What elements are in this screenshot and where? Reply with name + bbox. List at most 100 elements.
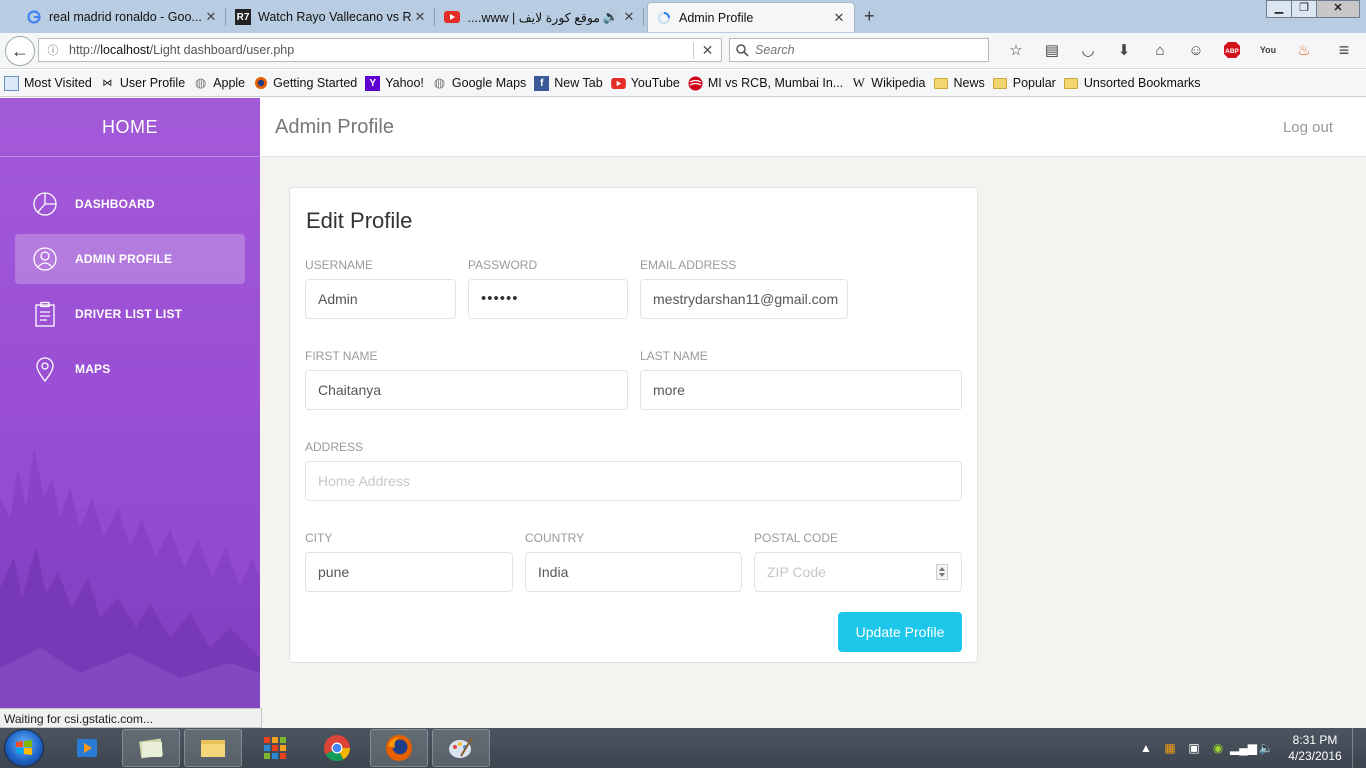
sidebar: HOME DASHBOARD ADMIN PROFILE DRIVER LIST… xyxy=(0,98,260,728)
system-tray: ▲ ▦ ▣ ◉ ▂▄▆ 🔈 8:31 PM 4/23/2016 xyxy=(1134,728,1366,768)
chrome-icon[interactable] xyxy=(308,729,366,767)
bookmark-youtube[interactable]: YouTube xyxy=(610,76,680,91)
paint-icon[interactable] xyxy=(432,729,490,767)
fire-icon[interactable]: ♨ xyxy=(1286,39,1322,61)
postal-code-group: POSTAL CODE xyxy=(754,531,962,592)
info-icon[interactable]: ⓘ xyxy=(43,42,63,58)
tray-app-icon[interactable]: ▦ xyxy=(1158,741,1182,755)
country-field[interactable]: India xyxy=(525,552,742,592)
close-tab-icon[interactable]: ✕ xyxy=(204,9,218,25)
bookmark-folder-unsorted[interactable]: Unsorted Bookmarks xyxy=(1064,76,1201,91)
back-arrow-icon[interactable]: ← xyxy=(5,36,35,66)
page-content: HOME DASHBOARD ADMIN PROFILE DRIVER LIST… xyxy=(0,98,1366,728)
page-title[interactable]: Admin Profile xyxy=(275,116,394,139)
adblock-icon[interactable]: ABP xyxy=(1214,39,1250,61)
sidebar-item-admin-profile[interactable]: ADMIN PROFILE xyxy=(15,234,245,284)
firefox-icon[interactable] xyxy=(370,729,428,767)
file-explorer-icon[interactable] xyxy=(184,729,242,767)
url-bar[interactable]: ⓘ http://localhost/Light dashboard/user.… xyxy=(38,38,722,62)
home-icon[interactable]: ⌂ xyxy=(1142,39,1178,61)
update-profile-button[interactable]: Update Profile xyxy=(838,612,962,652)
address-input[interactable] xyxy=(305,461,962,501)
browser-tab-active[interactable]: Admin Profile ✕ xyxy=(647,2,855,32)
new-tab-icon[interactable]: + xyxy=(864,6,875,27)
tray-device-icon[interactable]: ▣ xyxy=(1182,741,1206,755)
bookmark-folder-news[interactable]: News xyxy=(933,76,985,91)
bookmark-wikipedia[interactable]: W Wikipedia xyxy=(851,75,926,91)
first-name-field[interactable]: Chaitanya xyxy=(305,370,628,410)
bookmark-new-tab[interactable]: f New Tab xyxy=(534,75,603,91)
email-field[interactable]: mestrydarshan11@gmail.com xyxy=(640,279,848,319)
password-group: PASSWORD •••••• xyxy=(468,258,628,319)
browser-tab[interactable]: R7 Watch Rayo Vallecano vs R... ✕ xyxy=(227,2,435,32)
globe-icon: ◍ xyxy=(433,75,446,90)
search-box[interactable] xyxy=(729,38,989,62)
close-tab-icon[interactable]: ✕ xyxy=(622,9,636,25)
windows-start-icon[interactable] xyxy=(4,729,44,767)
tray-expand-icon[interactable]: ▲ xyxy=(1134,741,1158,755)
username-field[interactable]: Admin xyxy=(305,279,456,319)
top-navbar: Admin Profile Log out xyxy=(260,98,1366,157)
download-icon[interactable]: ⬇ xyxy=(1106,39,1142,61)
yahoo-icon: Y xyxy=(365,75,381,91)
bookmark-star-icon[interactable]: ☆ xyxy=(998,39,1034,61)
maximize-icon[interactable]: ❐ xyxy=(1291,0,1317,18)
url-text[interactable]: http://localhost/Light dashboard/user.ph… xyxy=(63,43,693,57)
bookmark-mi-vs-rcb[interactable]: MI vs RCB, Mumbai In... xyxy=(688,76,843,91)
menu-hamburger-icon[interactable]: ≡ xyxy=(1326,39,1362,61)
postal-code-label: POSTAL CODE xyxy=(754,531,839,545)
close-tab-icon[interactable]: ✕ xyxy=(413,9,427,25)
city-field[interactable]: pune xyxy=(305,552,513,592)
country-label: COUNTRY xyxy=(525,531,585,545)
bookmark-user-profile[interactable]: ⋈ User Profile xyxy=(100,76,185,91)
pocket-icon[interactable]: ◡ xyxy=(1070,39,1106,61)
sidebar-item-maps[interactable]: MAPS xyxy=(15,344,245,394)
youtube-download-icon[interactable]: You xyxy=(1250,39,1286,61)
volume-icon[interactable]: 🔈 xyxy=(1254,741,1278,755)
file-viewer-icon[interactable] xyxy=(122,729,180,767)
number-spinner-icon[interactable] xyxy=(936,564,948,580)
minimize-icon[interactable]: ▁ xyxy=(1266,0,1292,18)
tray-security-icon[interactable]: ◉ xyxy=(1206,741,1230,755)
sidebar-item-dashboard[interactable]: DASHBOARD xyxy=(15,179,245,229)
password-label: PASSWORD xyxy=(468,258,538,272)
calculator-grid-icon[interactable] xyxy=(246,729,304,767)
stop-loading-icon[interactable]: ✕ xyxy=(693,41,721,59)
google-icon xyxy=(26,9,42,25)
media-player-icon[interactable] xyxy=(58,729,116,767)
search-input[interactable] xyxy=(755,43,975,57)
sidebar-logo[interactable]: HOME xyxy=(0,98,260,157)
network-signal-icon[interactable]: ▂▄▆ xyxy=(1230,741,1257,755)
bookmark-google-maps[interactable]: ◍ Google Maps xyxy=(432,75,527,91)
email-label: EMAIL ADDRESS xyxy=(640,258,737,272)
sidebar-item-label: ADMIN PROFILE xyxy=(75,252,173,266)
bookmark-yahoo[interactable]: Y Yahoo! xyxy=(365,75,424,91)
password-field[interactable]: •••••• xyxy=(468,279,628,319)
loading-icon xyxy=(656,10,672,26)
taskbar-clock[interactable]: 8:31 PM 4/23/2016 xyxy=(1284,732,1346,764)
close-tab-icon[interactable]: ✕ xyxy=(832,10,846,26)
bookmark-most-visited[interactable]: Most Visited xyxy=(4,75,92,91)
map-pin-icon xyxy=(31,355,59,383)
browser-tab[interactable]: real madrid ronaldo - Goo... ✕ xyxy=(18,2,226,32)
toolbar-icons: ☆ ▤ ◡ ⬇ ⌂ ☺ ABP You ♨ ≡ xyxy=(998,39,1362,61)
reader-list-icon[interactable]: ▤ xyxy=(1034,39,1070,61)
close-window-icon[interactable]: ✕ xyxy=(1316,0,1360,18)
bookmark-apple[interactable]: ◍ Apple xyxy=(193,75,245,91)
tab-title: real madrid ronaldo - Goo... xyxy=(49,10,202,24)
postal-code-input[interactable] xyxy=(754,552,962,592)
last-name-field[interactable]: more xyxy=(640,370,962,410)
first-name-group: FIRST NAME Chaitanya xyxy=(305,349,628,410)
sidebar-item-driver-list[interactable]: DRIVER LIST LIST xyxy=(15,289,245,339)
show-desktop-button[interactable] xyxy=(1352,728,1366,768)
speaker-icon[interactable]: 🔊 xyxy=(600,9,622,25)
cricket-site-icon xyxy=(688,76,703,91)
bookmark-getting-started[interactable]: Getting Started xyxy=(253,76,357,91)
browser-nav-bar: ← ⓘ http://localhost/Light dashboard/use… xyxy=(0,33,1366,69)
clock-time: 8:31 PM xyxy=(1292,733,1338,747)
logout-link[interactable]: Log out xyxy=(1283,119,1333,136)
browser-tab[interactable]: موقع كورة لايف | www.... 🔊 ✕ xyxy=(436,2,644,32)
bookmark-folder-popular[interactable]: Popular xyxy=(993,76,1056,91)
smiley-icon[interactable]: ☺ xyxy=(1178,39,1214,61)
pie-chart-icon xyxy=(31,190,59,218)
